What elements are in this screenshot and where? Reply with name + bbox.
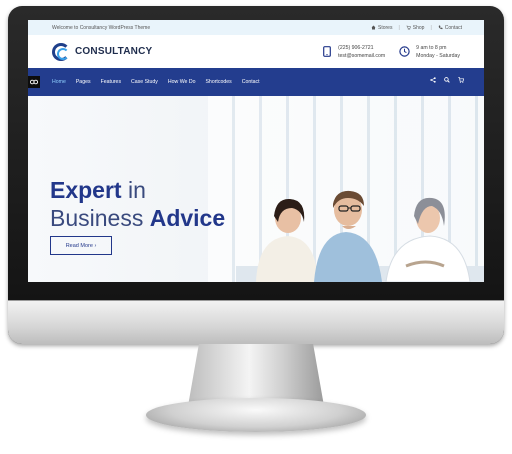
hours-days: Monday - Saturday xyxy=(416,52,460,59)
phone-icon xyxy=(438,25,443,30)
nav-icons xyxy=(430,77,464,83)
top-link-label: Stores xyxy=(378,24,393,31)
person-woman-right xyxy=(385,197,471,282)
nav-toggle-button[interactable] xyxy=(28,76,40,88)
nav-item-features[interactable]: Features xyxy=(101,79,121,85)
nav-menu: Home Pages Features Case Study How We Do… xyxy=(52,79,260,85)
cart-icon[interactable] xyxy=(458,77,464,83)
hero-word-in: in xyxy=(121,177,146,203)
monitor-chin xyxy=(8,300,504,344)
header-contact: (225) 906-2721 test@somemail.com 9 am to… xyxy=(321,44,460,60)
nav-item-home[interactable]: Home xyxy=(52,79,66,85)
top-link-label: Contact xyxy=(444,24,462,31)
top-link-label: Shop xyxy=(412,24,425,31)
hours-time: 9 am to 8 pm xyxy=(416,44,447,51)
hero-banner: Expert in Business Advice Read More › xyxy=(28,96,484,282)
website-screen: Welcome to Consultancy WordPress Theme S… xyxy=(28,20,484,282)
nav-item-case-study[interactable]: Case Study xyxy=(131,79,158,85)
read-more-button[interactable]: Read More › xyxy=(50,236,112,255)
top-link-contact[interactable]: Contact xyxy=(438,25,462,31)
nav-item-shortcodes[interactable]: Shortcodes xyxy=(205,79,231,85)
top-bar: Welcome to Consultancy WordPress Theme S… xyxy=(28,20,484,35)
home-icon xyxy=(371,25,376,30)
divider: | xyxy=(430,24,432,31)
clock-icon xyxy=(399,46,410,57)
contact-phone-email: (225) 906-2721 test@somemail.com xyxy=(321,44,385,60)
hero-word-advice: Advice xyxy=(149,205,226,231)
share-icon[interactable] xyxy=(430,77,436,83)
logo-icon xyxy=(52,42,70,61)
top-link-stores[interactable]: Stores xyxy=(371,25,392,31)
nav-item-contact[interactable]: Contact xyxy=(242,79,260,85)
business-people-image xyxy=(236,190,484,282)
nav-item-pages[interactable]: Pages xyxy=(76,79,91,85)
main-nav: Home Pages Features Case Study How We Do… xyxy=(28,68,484,96)
email-address[interactable]: test@somemail.com xyxy=(338,52,385,60)
mobile-icon xyxy=(321,46,332,57)
cart-icon xyxy=(406,25,411,30)
hero-word-expert: Expert xyxy=(50,177,122,203)
top-links: Stores | Shop | Contact xyxy=(371,25,462,31)
divider: | xyxy=(398,24,400,31)
top-link-shop[interactable]: Shop xyxy=(406,24,425,31)
person-man-center xyxy=(314,190,382,282)
phone-number: (225) 906-2721 xyxy=(338,44,374,51)
hero-word-business: Business xyxy=(50,205,150,231)
monitor-stand-neck xyxy=(188,344,324,406)
person-woman-left xyxy=(256,198,318,282)
hero-heading: Expert in Business Advice xyxy=(50,176,225,232)
search-icon[interactable] xyxy=(444,77,450,83)
site-logo[interactable]: CONSULTANCY xyxy=(52,42,153,61)
welcome-text: Welcome to Consultancy WordPress Theme xyxy=(52,24,151,31)
toggle-icon xyxy=(30,79,38,85)
contact-hours: 9 am to 8 pm Monday - Saturday xyxy=(399,44,460,60)
monitor-stand-base xyxy=(146,398,366,432)
site-header: CONSULTANCY (225) 906-2721 test@somemail… xyxy=(28,35,484,68)
logo-text: CONSULTANCY xyxy=(75,46,153,57)
nav-item-how-we-do[interactable]: How We Do xyxy=(168,79,196,85)
